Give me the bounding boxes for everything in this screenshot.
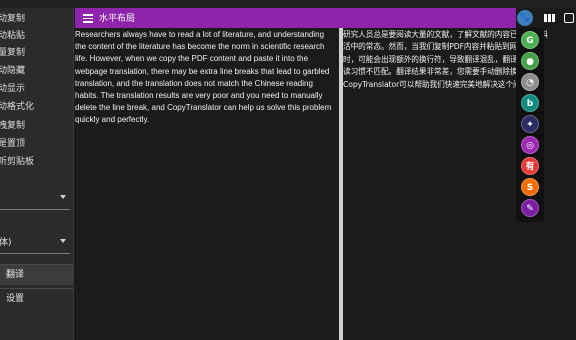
menu-item-auto-paste[interactable]: 动粘贴 xyxy=(0,28,25,44)
nav-item-settings[interactable]: 设置 xyxy=(0,289,73,309)
source-text-pane[interactable]: Researchers always have to read a lot of… xyxy=(75,28,339,340)
youdao-engine-icon[interactable]: 有 xyxy=(521,157,539,175)
menu-item-auto-show[interactable]: 动显示 xyxy=(0,81,25,97)
select-underline xyxy=(0,253,70,254)
menu-item-auto-hide[interactable]: 动隐藏 xyxy=(0,63,25,79)
menu-item-listen-clipboard[interactable]: 听剪贴板 xyxy=(0,154,34,170)
source-language-select[interactable] xyxy=(0,190,70,208)
paw-icon[interactable]: 🐾 xyxy=(517,10,533,26)
select-underline xyxy=(0,209,70,210)
chrome-engine-icon[interactable]: ● xyxy=(521,52,539,70)
maximize-icon[interactable] xyxy=(562,10,576,26)
google-engine-icon[interactable]: G xyxy=(521,31,539,49)
caiyun-engine-icon[interactable]: ✦ xyxy=(521,115,539,133)
window-controls: 🐾 xyxy=(516,8,576,28)
baidu-engine-icon[interactable]: ◔ xyxy=(521,73,539,91)
sidebar: 动复制 动粘贴 量复制 动隐藏 动显示 动格式化 拽复制 是置顶 听剪贴板 体)… xyxy=(0,8,74,340)
window-top-edge xyxy=(0,0,576,8)
nav-item-translate[interactable]: 翻译 xyxy=(0,265,73,285)
hamburger-menu-icon[interactable] xyxy=(83,14,93,23)
menu-item-drag-copy[interactable]: 拽复制 xyxy=(0,118,25,134)
deepl-engine-icon[interactable]: ✎ xyxy=(521,199,539,217)
layout-split-icon[interactable] xyxy=(541,10,557,26)
source-text[interactable]: Researchers always have to read a lot of… xyxy=(75,29,337,127)
menu-item-always-on-top[interactable]: 是置顶 xyxy=(0,136,25,152)
engine-dock: G ● ◔ b ✦ ◎ 有 S ✎ xyxy=(516,28,544,222)
title-bar: 水平布局 xyxy=(75,8,516,28)
menu-item-auto-copy[interactable]: 动复制 xyxy=(0,11,25,27)
tencent-engine-icon[interactable]: ◎ xyxy=(521,136,539,154)
bing-engine-icon[interactable]: b xyxy=(521,94,539,112)
chevron-down-icon xyxy=(60,239,66,243)
menu-item-incremental-copy[interactable]: 量复制 xyxy=(0,45,25,61)
target-language-select[interactable]: 体) xyxy=(0,234,70,252)
target-language-value: 体) xyxy=(0,238,12,248)
window-title: 水平布局 xyxy=(99,14,136,24)
menu-item-auto-format[interactable]: 动格式化 xyxy=(0,99,34,115)
sogou-engine-icon[interactable]: S xyxy=(521,178,539,196)
chevron-down-icon xyxy=(60,195,66,199)
